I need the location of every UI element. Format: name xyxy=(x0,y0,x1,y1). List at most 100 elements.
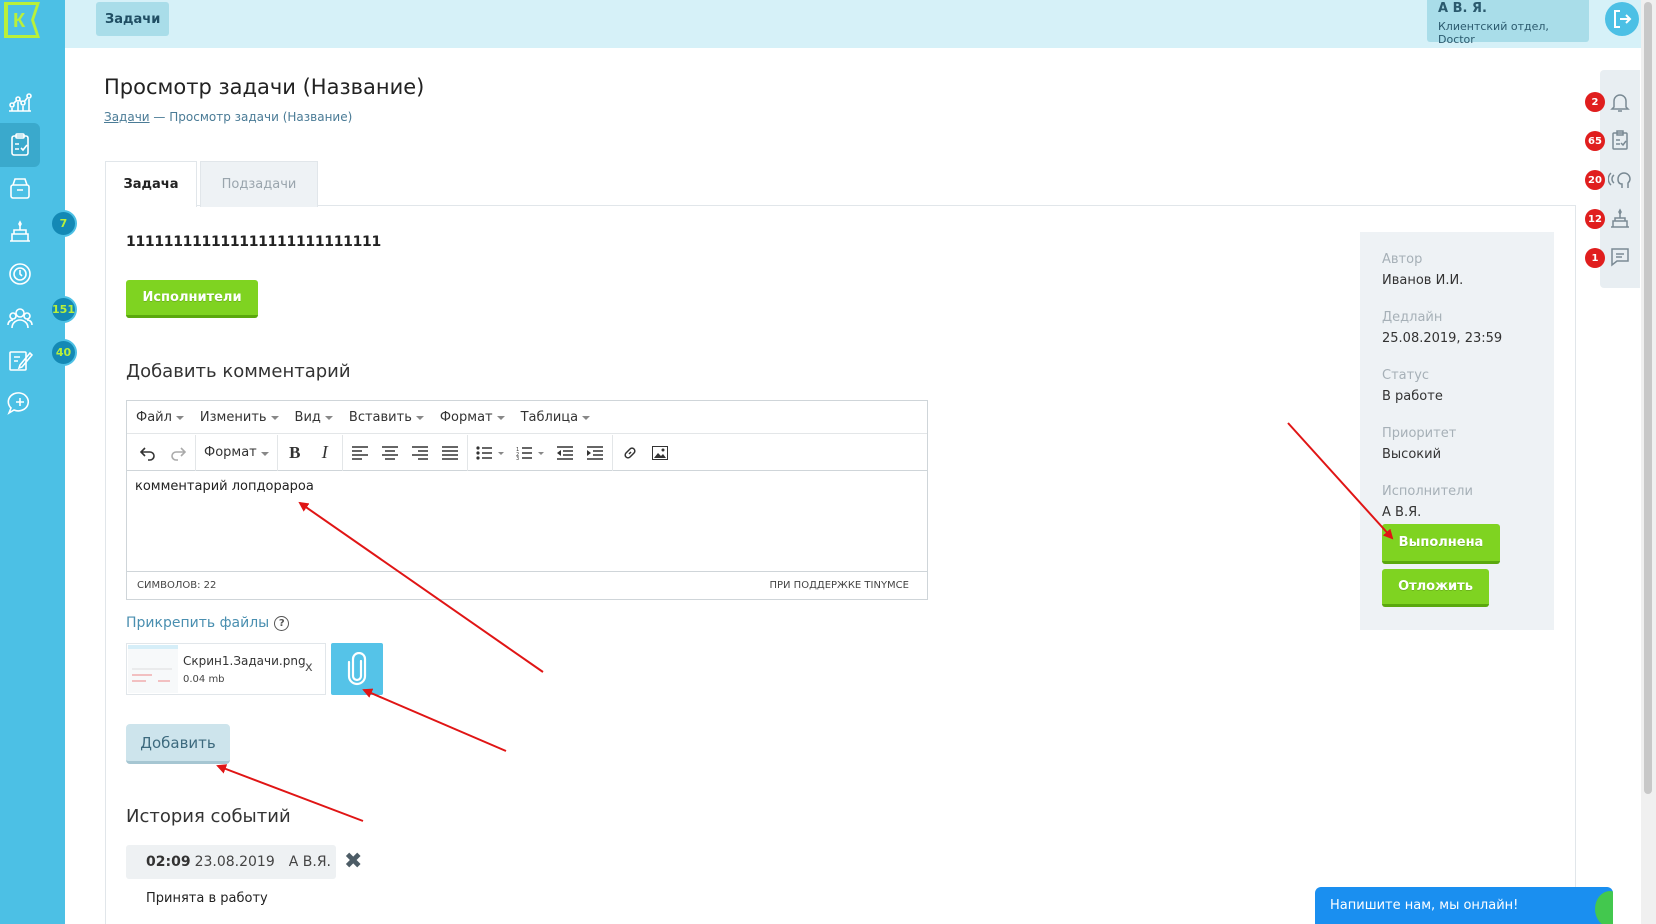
nav-payments[interactable] xyxy=(0,252,40,296)
rail-badge-notifications: 2 xyxy=(1585,92,1605,112)
remove-file-button[interactable]: x xyxy=(305,660,313,675)
author-value: Иванов И.И. xyxy=(1382,273,1464,288)
rail-badge-calls: 20 xyxy=(1585,170,1605,190)
toolbar-divider xyxy=(195,434,196,471)
nav-analytics[interactable] xyxy=(0,80,40,124)
indent-button[interactable] xyxy=(580,438,610,468)
toolbar-divider xyxy=(611,434,613,471)
event-date: 23.08.2019 xyxy=(194,854,275,870)
numbered-list-button[interactable]: 123 xyxy=(510,438,550,468)
breadcrumb: Задачи — Просмотр задачи (Название) xyxy=(104,110,352,124)
rail-messages[interactable] xyxy=(1600,239,1640,275)
nav-chat[interactable] xyxy=(0,381,40,425)
svg-text:3: 3 xyxy=(516,456,519,460)
attached-file: Скрин1.Задачи.png 0.04 mb x xyxy=(126,643,326,695)
align-left-button[interactable] xyxy=(345,438,375,468)
scrollbar-thumb[interactable] xyxy=(1644,2,1652,794)
rail-badge-birthdays: 12 xyxy=(1585,209,1605,229)
menu-format[interactable]: Формат xyxy=(440,410,505,425)
menu-edit-label: Изменить xyxy=(199,409,267,425)
tab-subtasks[interactable]: Подзадачи xyxy=(200,161,318,207)
numbered-list-icon: 123 xyxy=(516,447,544,460)
editor-statusbar: СИМВОЛОВ: 22 ПРИ ПОДДЕРЖКЕ TINYMCE xyxy=(127,571,927,599)
toolbar-divider xyxy=(341,434,343,471)
close-icon[interactable]: ✖ xyxy=(344,849,362,874)
chevron-down-icon xyxy=(582,416,591,420)
executors-button[interactable]: Исполнители xyxy=(126,280,258,318)
nav-badge-birthdays: 7 xyxy=(50,210,77,237)
event-user: А В.Я. xyxy=(288,854,332,870)
rail-calls[interactable] xyxy=(1600,161,1640,197)
add-comment-button[interactable]: Добавить xyxy=(126,724,230,764)
menu-file-label: Файл xyxy=(136,409,172,425)
align-right-icon xyxy=(411,445,428,460)
event-time: 02:09 xyxy=(146,854,191,870)
author-label: Автор xyxy=(1382,252,1423,267)
menu-table[interactable]: Таблица xyxy=(521,410,591,425)
page-title: Просмотр задачи (Название) xyxy=(104,75,425,99)
nav-badge-notes: 40 xyxy=(50,339,77,366)
status-label: Статус xyxy=(1382,368,1430,383)
nav-tasks[interactable] xyxy=(0,123,40,167)
rail-birthdays[interactable] xyxy=(1600,200,1640,236)
comment-textarea[interactable]: комментарий лопдорароа xyxy=(135,479,314,494)
powered-by-label[interactable]: ПРИ ПОДДЕРЖКЕ TINYMCE xyxy=(769,580,909,591)
bullet-list-button[interactable] xyxy=(470,438,510,468)
user-profile[interactable]: А В. Я. Клиентский отдел, Doctor xyxy=(1427,0,1589,46)
nav-notes[interactable] xyxy=(0,338,40,382)
attach-file-button[interactable] xyxy=(331,643,383,695)
menu-insert[interactable]: Вставить xyxy=(349,410,424,425)
analytics-icon xyxy=(9,93,32,112)
redo-icon xyxy=(171,446,186,461)
redo-button[interactable] xyxy=(163,438,193,468)
insert-link-button[interactable] xyxy=(615,438,645,468)
online-chat-widget[interactable]: Напишите нам, мы онлайн! xyxy=(1315,887,1613,924)
left-sidebar: К 7 151 40 xyxy=(0,0,77,924)
notification-rail xyxy=(1600,70,1640,288)
user-name: А В. Я. xyxy=(1438,1,1487,16)
online-status-dot xyxy=(1595,891,1613,924)
postpone-button[interactable]: Отложить xyxy=(1382,569,1489,607)
menu-file[interactable]: Файл xyxy=(136,410,184,425)
section-chip[interactable]: Задачи xyxy=(96,2,170,36)
align-right-button[interactable] xyxy=(405,438,435,468)
menu-edit[interactable]: Изменить xyxy=(200,410,279,425)
align-justify-button[interactable] xyxy=(435,438,465,468)
nav-archive[interactable] xyxy=(0,166,40,210)
italic-button[interactable]: I xyxy=(310,438,340,468)
page-scrollbar[interactable] xyxy=(1641,0,1656,924)
format-dropdown[interactable]: Формат xyxy=(198,438,275,468)
breadcrumb-link-tasks[interactable]: Задачи xyxy=(104,110,150,124)
help-icon[interactable]: ? xyxy=(274,615,290,631)
editor-menubar: Файл Изменить Вид Вставить Формат Таблиц… xyxy=(127,401,927,434)
file-thumbnail xyxy=(128,645,178,693)
insert-image-button[interactable] xyxy=(645,438,675,468)
menu-view[interactable]: Вид xyxy=(295,410,333,425)
app-logo[interactable]: К xyxy=(0,0,46,40)
archive-box-icon xyxy=(10,178,30,199)
logout-button[interactable] xyxy=(1605,2,1639,36)
signal-head-icon xyxy=(1608,172,1631,188)
align-justify-icon xyxy=(441,445,458,460)
nav-birthdays[interactable] xyxy=(0,209,40,253)
bold-button[interactable]: B xyxy=(280,438,310,468)
nav-badge-clients: 151 xyxy=(50,296,77,323)
logout-icon xyxy=(1614,10,1632,28)
breadcrumb-current: Просмотр задачи (Название) xyxy=(169,110,353,124)
nav-clients[interactable] xyxy=(0,296,40,340)
undo-button[interactable] xyxy=(133,438,163,468)
align-center-button[interactable] xyxy=(375,438,405,468)
outdent-button[interactable] xyxy=(550,438,580,468)
rail-notifications[interactable] xyxy=(1600,84,1640,120)
deadline-value: 25.08.2019, 23:59 xyxy=(1382,331,1503,346)
image-icon xyxy=(651,445,668,460)
mark-done-button[interactable]: Выполнена xyxy=(1382,524,1500,564)
bullet-list-icon xyxy=(476,445,504,460)
tab-task[interactable]: Задача xyxy=(105,161,197,207)
rail-tasks[interactable] xyxy=(1600,122,1640,158)
bold-icon: B xyxy=(289,442,301,462)
chat-widget-text: Напишите нам, мы онлайн! xyxy=(1330,898,1519,913)
priority-value: Высокий xyxy=(1382,447,1442,462)
clipboard-check-icon xyxy=(1612,130,1628,150)
event-description: Принята в работу xyxy=(146,891,268,906)
